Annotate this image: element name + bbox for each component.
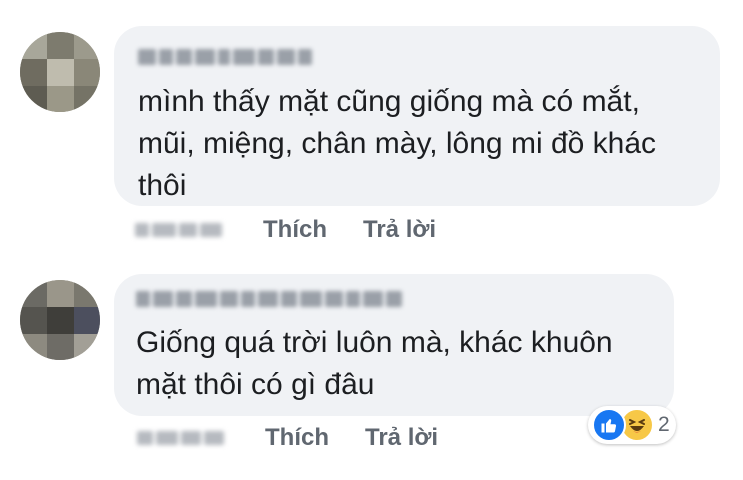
comment-actions: Thích Trả lời [135,216,436,244]
reply-button[interactable]: Trả lời [365,424,438,452]
comment-bubble: mình thấy mặt cũng giống mà có mắt, mũi,… [114,26,720,206]
reaction-summary[interactable]: 2 [588,406,676,444]
like-button[interactable]: Thích [265,424,329,452]
reaction-count: 2 [658,413,670,436]
comment-text: mình thấy mặt cũng giống mà có mắt, mũi,… [138,85,657,202]
reply-button[interactable]: Trả lời [363,216,436,244]
comment-actions: Thích Trả lời [137,424,438,452]
timestamp[interactable] [137,427,229,449]
author-name[interactable] [138,46,312,68]
like-reaction-icon [592,408,626,442]
comment-bubble: Giống quá trời luôn mà, khác khuôn mặt t… [114,274,674,416]
avatar[interactable] [20,32,100,112]
comment-text: Giống quá trời luôn mà, khác khuôn mặt t… [136,326,613,401]
timestamp[interactable] [135,219,227,241]
author-name[interactable] [136,288,402,310]
like-button[interactable]: Thích [263,216,327,244]
avatar[interactable] [20,280,100,360]
